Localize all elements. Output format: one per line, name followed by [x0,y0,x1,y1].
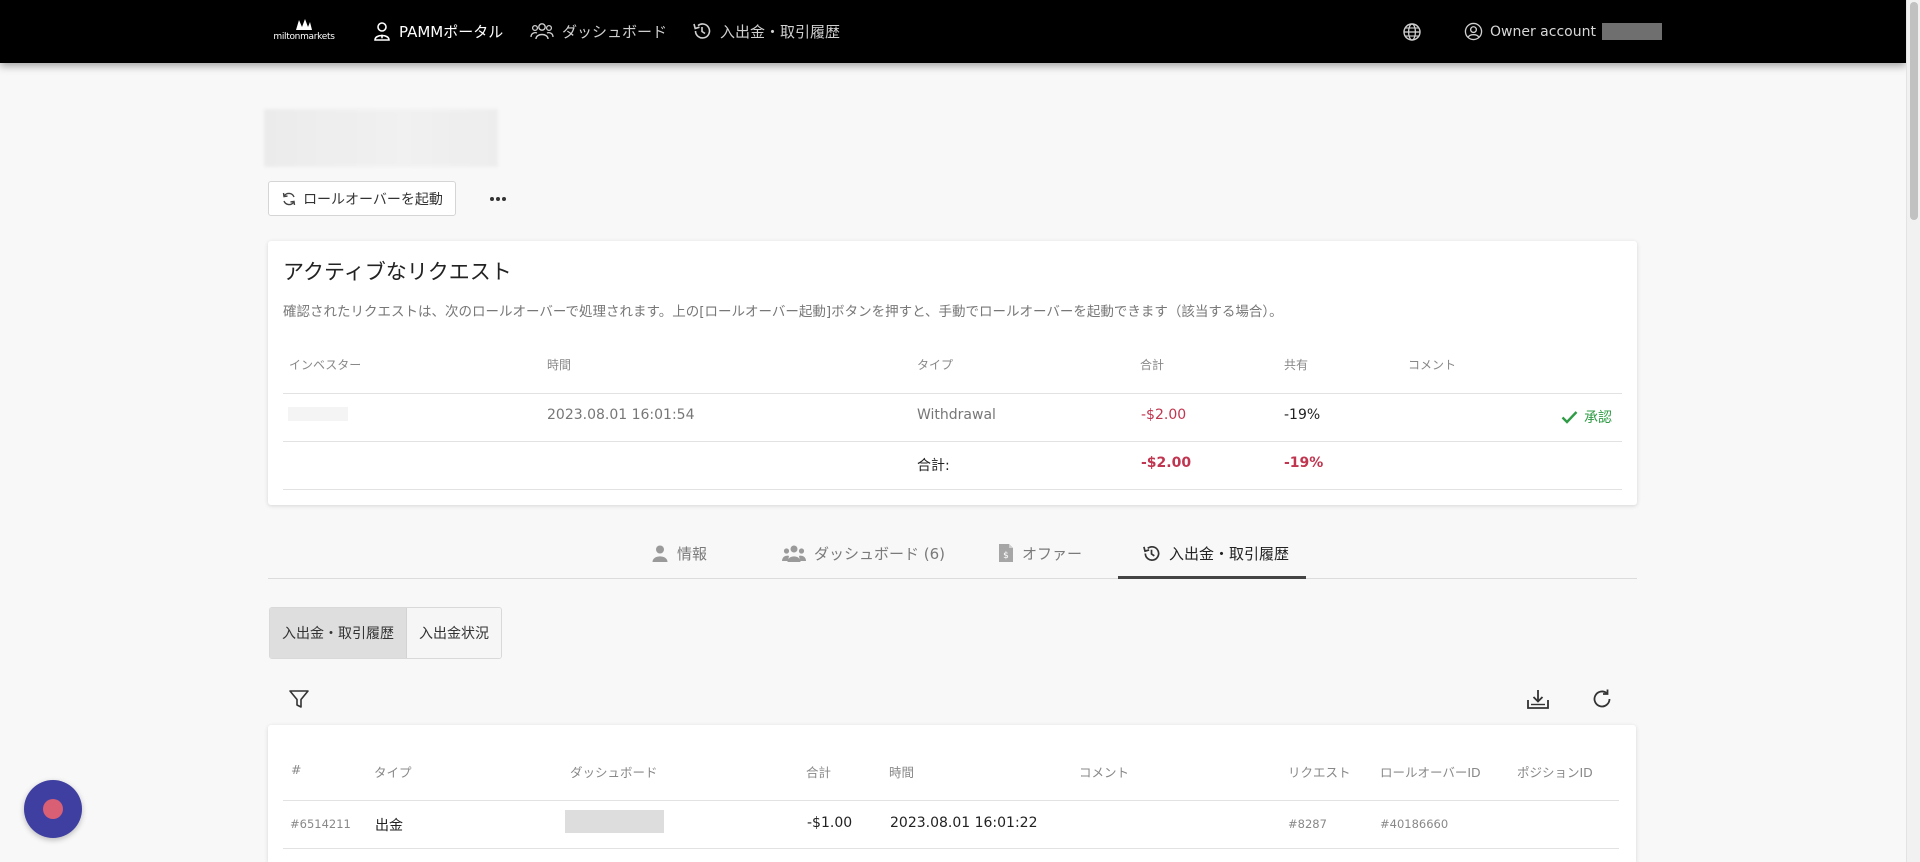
column-header-comment: コメント [1079,765,1130,780]
globe-icon[interactable] [1402,22,1422,42]
table-divider [283,800,1619,801]
users-icon [782,545,806,562]
redacted-page-title [264,109,498,167]
request-time: 2023.08.01 16:01:54 [547,407,695,423]
svg-text:$: $ [1003,551,1009,561]
reload-button[interactable] [1589,686,1615,712]
filter-button[interactable] [286,686,312,712]
nav-history[interactable]: 入出金・取引履歴 [692,19,840,43]
users-icon [530,23,554,40]
tab-info-label: 情報 [677,544,708,563]
scrollbar-thumb[interactable] [1910,2,1918,220]
transaction-rollover-id: #40186660 [1380,817,1449,831]
history-table-card: # タイプ ダッシュボード 合計 時間 コメント リクエスト ロールオーバーID… [268,725,1636,862]
approved-label: 承認 [1584,410,1612,426]
history-icon [1143,545,1160,561]
column-header-time: 時間 [547,358,572,372]
column-header-total: 合計 [1140,358,1165,372]
tab-offers-label: オファー [1022,544,1083,563]
column-header-total: 合計 [806,765,832,780]
filter-icon [289,690,309,708]
request-total: -$2.00 [1141,407,1187,423]
column-header-id: # [291,762,302,777]
active-requests-title: アクティブなリクエスト [283,260,512,284]
active-requests-description: 確認されたリクエストは、次のロールオーバーで処理されます。上の[ロールオーバー起… [283,304,1283,320]
nav-dashboard[interactable]: ダッシュボード [530,19,667,43]
column-header-investor: インベスター [289,358,362,372]
history-subtabs: 入出金・取引履歴 入出金状況 [269,607,502,659]
user-tie-icon [374,22,390,41]
column-header-rollover-id: ロールオーバーID [1380,765,1481,780]
download-icon [1527,690,1549,709]
subtab-deposit-status[interactable]: 入出金状況 [406,608,501,658]
request-share: -19% [1284,407,1321,423]
active-tab-indicator [1118,576,1306,579]
summary-total: -$2.00 [1141,455,1192,471]
more-options-button[interactable] [486,190,510,208]
column-header-dashboard: ダッシュボード [570,765,658,780]
start-rollover-button[interactable]: ロールオーバーを起動 [268,181,456,216]
tab-dashboards[interactable]: ダッシュボード (6) [782,541,945,565]
column-header-time: 時間 [889,765,915,780]
nav-dashboard-label: ダッシュボード [562,22,668,41]
ellipsis-icon [490,197,506,201]
logo-mark-icon [296,19,312,30]
table-divider [283,393,1622,394]
approved-status[interactable]: 承認 [1561,407,1612,427]
page-scrollbar[interactable] [1906,0,1920,862]
table-divider [283,848,1619,849]
account-label: Owner account [1490,23,1596,40]
active-requests-card: アクティブなリクエスト 確認されたリクエストは、次のロールオーバーで処理されます… [268,241,1637,505]
user-circle-icon [1464,22,1483,41]
top-navbar: miltonmarkets PAMMポータル ダッシュボード 入出金・取引履歴 [0,0,1906,63]
transaction-request: #8287 [1288,817,1327,831]
column-header-comment: コメント [1408,358,1457,372]
logo-text: miltonmarkets [273,32,335,42]
tab-dashboards-label: ダッシュボード (6) [814,544,946,563]
transaction-total: -$1.00 [807,815,853,831]
subtab-history[interactable]: 入出金・取引履歴 [270,608,406,658]
transaction-id: #6514211 [290,817,351,831]
download-button[interactable] [1525,686,1551,712]
table-divider [283,441,1622,442]
column-header-position-id: ポジションID [1517,765,1593,780]
summary-label: 合計: [917,458,950,474]
nav-history-label: 入出金・取引履歴 [720,22,841,41]
transaction-type: 出金 [375,818,403,834]
redacted-investor-name [288,407,348,421]
milton-markets-logo[interactable]: miltonmarkets [272,18,336,44]
table-divider [283,489,1622,490]
user-icon [652,545,668,562]
nav-pamm-portal[interactable]: PAMMポータル [373,19,503,43]
start-rollover-label: ロールオーバーを起動 [303,191,443,208]
reload-icon [1593,689,1611,708]
document-icon: $ [999,544,1013,562]
column-header-share: 共有 [1284,358,1309,372]
chat-icon [43,799,63,819]
history-icon [693,23,711,39]
tab-history[interactable]: 入出金・取引履歴 [1142,541,1289,565]
summary-share: -19% [1284,455,1324,471]
redacted-dashboard-name [565,810,664,833]
request-type: Withdrawal [917,407,996,423]
tabs-divider [268,578,1637,579]
chat-launcher-button[interactable] [24,780,82,838]
tab-offers[interactable]: $ オファー [998,541,1082,565]
column-header-request: リクエスト [1288,765,1351,780]
refresh-icon [282,192,296,205]
column-header-type: タイプ [374,765,412,780]
tab-history-label: 入出金・取引履歴 [1169,544,1290,563]
tab-info[interactable]: 情報 [651,541,707,565]
transaction-time: 2023.08.01 16:01:22 [890,815,1038,831]
check-icon [1561,411,1578,424]
account-menu[interactable]: Owner account [1464,22,1662,41]
column-header-type: タイプ [917,358,954,372]
nav-pamm-portal-label: PAMMポータル [399,22,504,41]
redacted-account-name [1601,23,1662,40]
